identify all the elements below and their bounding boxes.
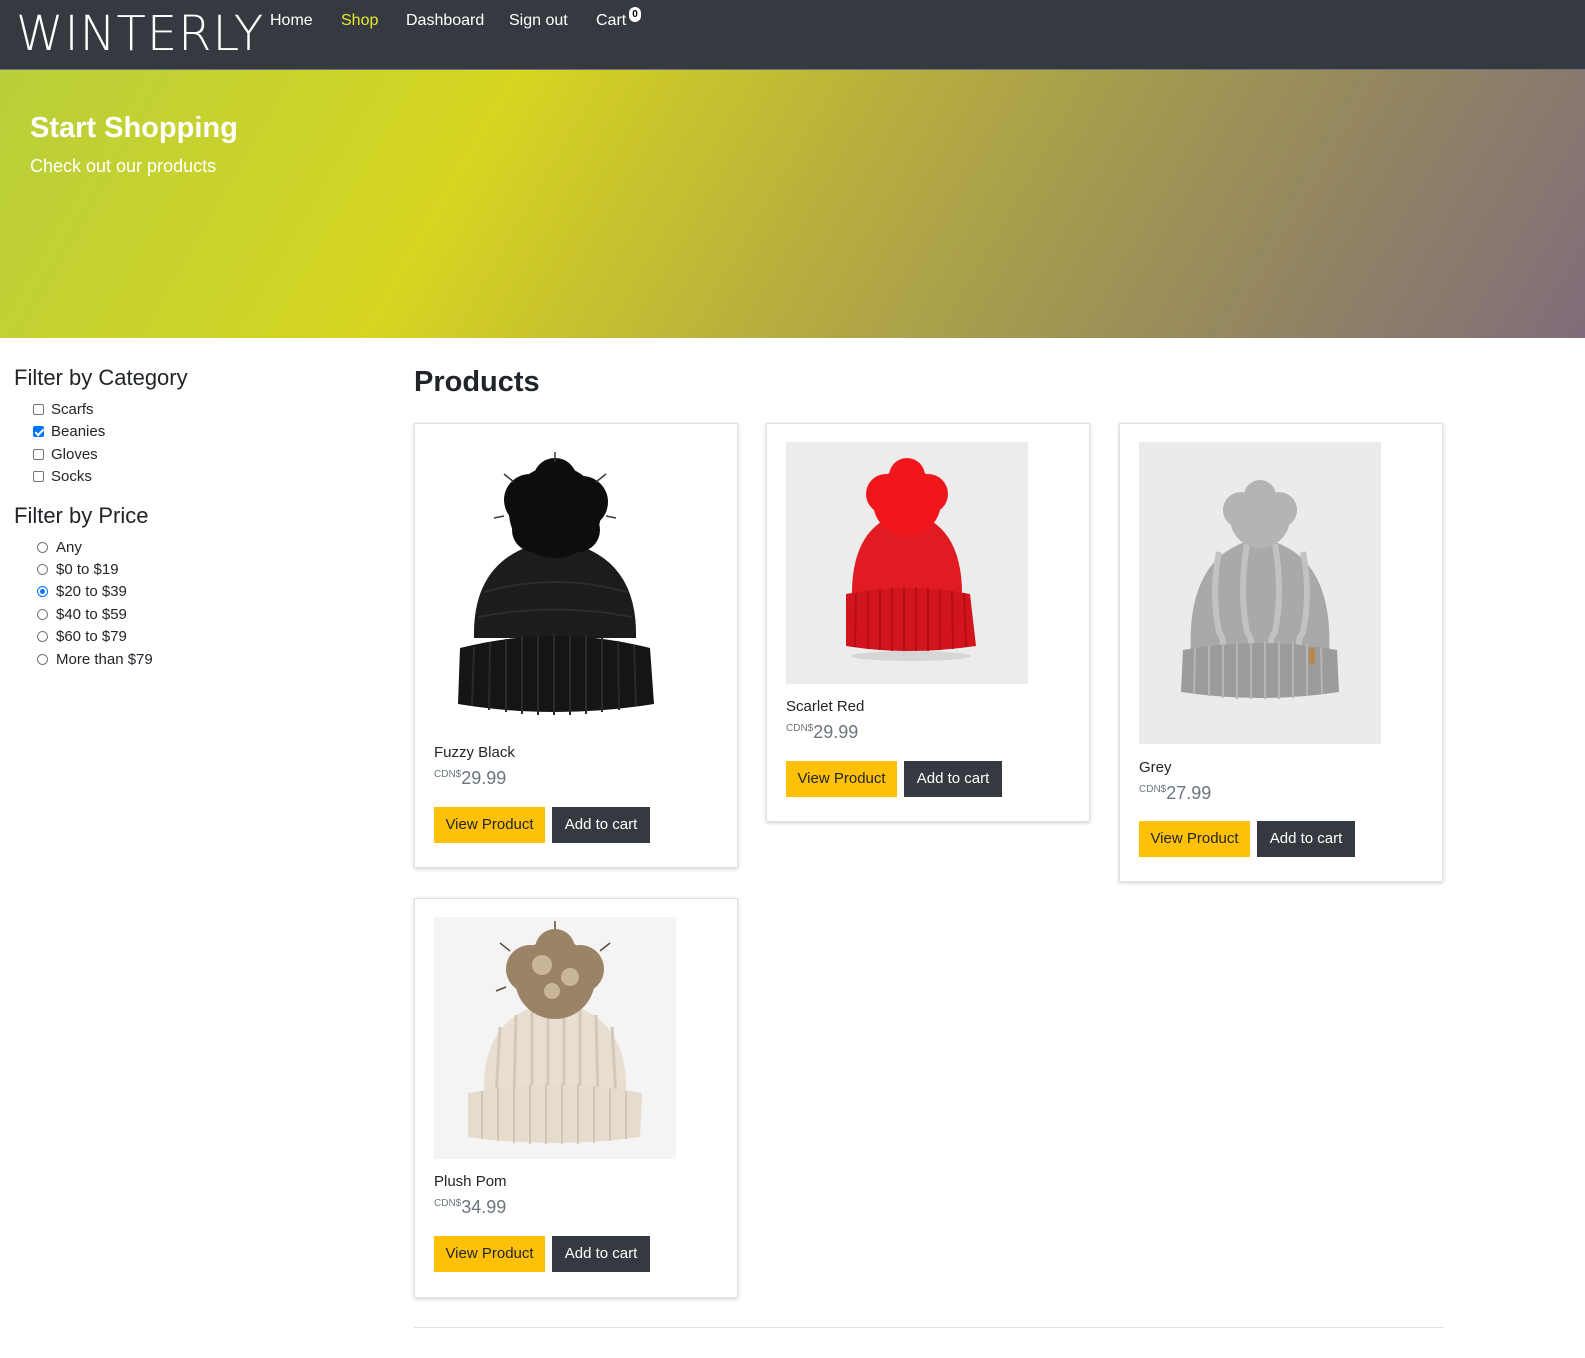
category-checkbox[interactable] [33,448,44,460]
product-name[interactable]: Fuzzy Black [434,744,515,761]
price-79-plus[interactable]: More than $79 [37,649,153,669]
price-label: Any [56,538,82,556]
price-label: $20 to $39 [56,582,127,600]
product-price: CDN$29.99 [434,768,506,789]
product-card: Plush Pom CDN$34.99 View Product Add to … [414,898,738,1298]
nav-home[interactable]: Home [270,11,313,31]
add-to-cart-button[interactable]: Add to cart [552,807,650,843]
hero-banner: Start Shopping Check out our products [0,70,1585,338]
product-name[interactable]: Grey [1139,759,1172,776]
nav-shop[interactable]: Shop [341,11,378,31]
price-label: $40 to $59 [56,605,127,623]
view-product-button[interactable]: View Product [434,1236,545,1272]
category-label: Scarfs [51,400,94,418]
price-60-79[interactable]: $60 to $79 [37,626,127,646]
cart-count-badge: 0 [629,7,641,22]
price-label: $0 to $19 [56,560,119,578]
hero-subtitle: Check out our products [30,156,217,176]
price-filter-heading: Filter by Price [14,503,149,528]
category-gloves[interactable]: Gloves [33,444,98,464]
nav-dashboard[interactable]: Dashboard [406,11,484,31]
currency-label: CDN$ [434,769,462,780]
price-40-59[interactable]: $40 to $59 [37,604,127,624]
price-value: 29.99 [813,722,859,742]
nav-cart[interactable]: Cart [596,11,626,31]
category-checkbox[interactable] [33,470,44,482]
view-product-button[interactable]: View Product [434,807,545,843]
product-card: Grey CDN$27.99 View Product Add to cart [1119,423,1443,882]
brand-logo[interactable]: WINTERLY [16,4,264,64]
product-price: CDN$27.99 [1139,783,1211,804]
category-beanies[interactable]: Beanies [33,421,105,441]
category-checkbox[interactable] [33,403,44,415]
category-label: Socks [51,467,92,485]
products-heading: Products [414,366,540,398]
price-any[interactable]: Any [37,537,82,557]
product-card: Scarlet Red CDN$29.99 View Product Add t… [766,423,1090,822]
product-name[interactable]: Plush Pom [434,1173,507,1190]
add-to-cart-button[interactable]: Add to cart [1257,821,1355,857]
price-radio[interactable] [37,653,48,665]
add-to-cart-button[interactable]: Add to cart [904,761,1002,797]
product-card: Fuzzy Black CDN$29.99 View Product Add t… [414,423,738,868]
price-0-19[interactable]: $0 to $19 [37,559,119,579]
price-radio[interactable] [37,630,48,642]
view-product-button[interactable]: View Product [1139,821,1250,857]
red-beanie-image[interactable] [786,442,1028,684]
currency-label: CDN$ [434,1198,462,1209]
currency-label: CDN$ [1139,784,1167,795]
divider [414,1327,1444,1328]
navbar: WINTERLY Home Shop Dashboard Sign out Ca… [0,0,1585,70]
price-label: $60 to $79 [56,627,127,645]
price-radio[interactable] [37,585,48,597]
price-label: More than $79 [56,650,153,668]
category-checkbox[interactable] [33,425,44,437]
nav-sign-out[interactable]: Sign out [509,11,568,31]
price-value: 29.99 [461,768,507,788]
cream-beanie-image[interactable] [434,917,676,1159]
price-value: 34.99 [461,1197,507,1217]
grey-beanie-image[interactable] [1139,442,1381,744]
product-price: CDN$29.99 [786,722,858,743]
category-scarfs[interactable]: Scarfs [33,399,94,419]
category-label: Beanies [51,422,106,440]
hero-title: Start Shopping [30,112,238,144]
product-price: CDN$34.99 [434,1197,506,1218]
currency-label: CDN$ [786,723,814,734]
black-beanie-image[interactable] [434,442,676,742]
category-socks[interactable]: Socks [33,466,92,486]
price-radio[interactable] [37,608,48,620]
product-name[interactable]: Scarlet Red [786,698,864,715]
price-20-39[interactable]: $20 to $39 [37,581,127,601]
view-product-button[interactable]: View Product [786,761,897,797]
category-label: Gloves [51,445,98,463]
add-to-cart-button[interactable]: Add to cart [552,1236,650,1272]
price-value: 27.99 [1166,783,1212,803]
price-radio[interactable] [37,563,48,575]
price-radio[interactable] [37,541,48,553]
category-filter-heading: Filter by Category [14,365,188,390]
